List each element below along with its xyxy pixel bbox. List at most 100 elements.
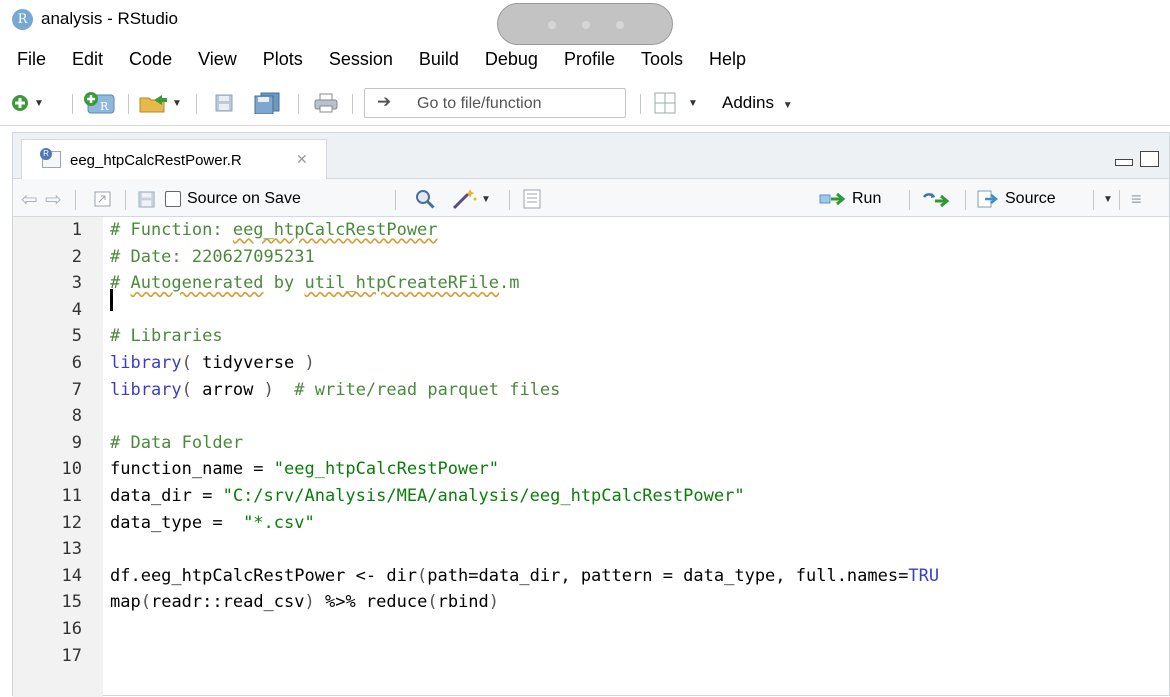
code-token: ( <box>140 592 151 613</box>
window-title: analysis - RStudio <box>41 9 179 28</box>
line-number: 10 <box>61 459 82 480</box>
menu-profile[interactable]: Profile <box>550 45 627 77</box>
outline-icon <box>523 189 541 209</box>
menu-help[interactable]: Help <box>695 45 758 77</box>
code-token: data_type = <box>110 512 244 533</box>
code-token: function_name = <box>110 459 274 480</box>
line-number: 6 <box>71 353 82 373</box>
source-button[interactable]: Source <box>977 189 1056 209</box>
code-text: library( arrow ) # write/read parquet fi… <box>110 380 560 400</box>
code-token: util_htpCreateRFile <box>304 273 499 294</box>
chevron-down-icon: ▼ <box>172 97 182 109</box>
menu-edit[interactable]: Edit <box>58 45 115 77</box>
chevron-down-icon: ▼ <box>782 100 793 111</box>
addins-label: Addins <box>722 93 774 112</box>
run-button[interactable]: Run <box>819 189 881 209</box>
arrow-left-icon: ⇦ <box>21 188 38 211</box>
tab-eeg-htpcalcrestpower[interactable]: eeg_htpCalcRestPower.R ✕ <box>21 139 327 179</box>
addins-button[interactable]: Addins ▼ <box>722 93 793 113</box>
code-token: ) <box>488 592 500 613</box>
tab-label: eeg_htpCalcRestPower.R <box>70 152 242 169</box>
back-button[interactable]: ⇦ <box>21 188 38 211</box>
code-text: function_name = "eeg_htpCalcRestPower" <box>110 459 499 479</box>
menu-tools[interactable]: Tools <box>627 45 695 77</box>
save-button[interactable] <box>214 90 234 116</box>
code-token: arrow <box>202 379 254 400</box>
maximize-pane-button[interactable] <box>1140 151 1159 167</box>
code-token: Autogenerated <box>130 273 264 294</box>
code-token: readr::read_csv <box>150 592 305 613</box>
title-bar: R analysis - RStudio <box>0 0 1170 45</box>
new-project-button[interactable]: R <box>82 90 116 116</box>
source-options-button[interactable]: ▼ <box>1099 189 1113 209</box>
open-file-button[interactable]: ▼ <box>138 90 182 116</box>
forward-button[interactable]: ⇨ <box>45 189 62 211</box>
editor-tabstrip: eeg_htpCalcRestPower.R ✕ <box>13 133 1169 179</box>
rerun-icon <box>922 193 950 207</box>
magic-wand-icon <box>452 189 477 210</box>
code-token: # Date: 220627095231 <box>110 246 315 267</box>
source-pane: eeg_htpCalcRestPower.R ✕ ⇦ ⇨ Source on S… <box>12 132 1170 697</box>
show-in-window-button[interactable] <box>93 189 113 209</box>
pane-layout-button[interactable]: ▼ <box>654 90 698 116</box>
menu-file[interactable]: File <box>0 45 58 77</box>
menu-session[interactable]: Session <box>315 45 405 77</box>
code-tools-button[interactable]: ▼ <box>451 189 491 210</box>
line-number: 16 <box>61 619 82 639</box>
line-number: 1 <box>71 220 82 240</box>
save-all-button[interactable] <box>253 90 281 116</box>
menu-code[interactable]: Code <box>115 45 184 77</box>
print-button[interactable] <box>314 90 338 116</box>
code-token: %>% reduce <box>314 592 428 613</box>
code-token: "*.csv" <box>243 512 315 533</box>
goto-file-function-input[interactable]: ➔ Go to file/function <box>364 88 626 118</box>
minimize-pane-button[interactable] <box>1115 159 1133 166</box>
new-file-button[interactable]: ▼ <box>10 90 44 116</box>
checkbox[interactable] <box>165 191 181 207</box>
code-token: # Function: <box>110 220 233 240</box>
code-text: df.eeg_htpCalcRestPower <- dir(path=data… <box>110 566 939 586</box>
editor-toolbar: ⇦ ⇨ Source on Save ▼ Run Source ▼ ≡ <box>13 179 1169 217</box>
menu-view[interactable]: View <box>184 45 249 77</box>
code-token: eeg_htpCalcRestPower <box>232 220 438 240</box>
line-number: 7 <box>71 379 82 400</box>
line-number: 4 <box>71 299 82 320</box>
code-token: "eeg_htpCalcRestPower" <box>273 459 499 480</box>
new-project-icon: R <box>84 92 115 114</box>
goto-placeholder: Go to file/function <box>417 95 542 112</box>
code-token: # Libraries <box>110 326 223 347</box>
editor-save-button[interactable] <box>137 189 156 209</box>
close-icon[interactable]: ✕ <box>296 151 308 168</box>
outline-toggle-button[interactable]: ≡ <box>1131 189 1142 209</box>
code-text: map(readr::read_csv) %>% reduce(rbind) <box>110 592 499 612</box>
line-number: 3 <box>71 273 82 294</box>
find-replace-button[interactable] <box>415 189 435 209</box>
chevron-down-icon: ▼ <box>481 193 491 205</box>
rerun-button[interactable] <box>921 189 951 209</box>
code-token: ) <box>253 379 274 400</box>
code-token: ( <box>181 379 203 400</box>
line-number: 13 <box>61 539 82 560</box>
code-text: data_type = "*.csv" <box>110 513 315 533</box>
code-token: data_dir = <box>110 486 223 506</box>
source-label: Source <box>1005 190 1056 207</box>
menu-build[interactable]: Build <box>405 45 471 77</box>
code-token: # <box>110 273 131 294</box>
code-token: # Data Folder <box>110 432 244 453</box>
code-text: # Data Folder <box>110 433 243 453</box>
code-token: ( <box>417 565 428 586</box>
document-outline-button[interactable] <box>523 189 541 209</box>
code-text: # Libraries <box>110 326 223 346</box>
code-token: by <box>263 273 305 294</box>
list-icon: ≡ <box>1131 188 1142 209</box>
code-editor[interactable]: 1 # Function: eeg_htpCalcRestPower 2 # Date… <box>13 217 1169 697</box>
code-token: ( <box>181 353 203 373</box>
code-token: ( <box>427 592 438 613</box>
code-text: # Function: eeg_htpCalcRestPower <box>110 220 438 240</box>
menu-plots[interactable]: Plots <box>249 45 315 77</box>
menu-debug[interactable]: Debug <box>471 45 550 77</box>
code-token: library <box>110 353 182 373</box>
code-token: df.eeg_htpCalcRestPower <- dir <box>110 565 418 586</box>
source-on-save-checkbox[interactable]: Source on Save <box>165 189 301 209</box>
chevron-down-icon: ▼ <box>34 97 44 109</box>
